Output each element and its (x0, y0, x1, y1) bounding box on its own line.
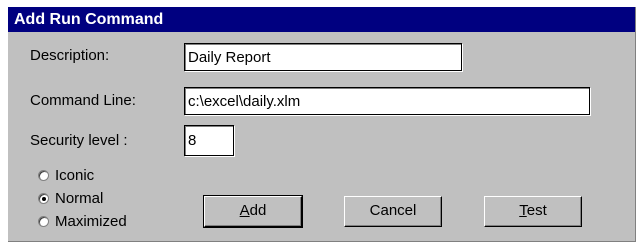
radio-iconic[interactable]: Iconic (38, 166, 94, 184)
radio-iconic-label: Iconic (55, 166, 95, 184)
command-line-field[interactable] (184, 87, 590, 115)
radio-iconic-button[interactable] (38, 169, 49, 181)
test-label-rest: est (526, 202, 547, 219)
radio-normal-label: Normal (55, 189, 104, 207)
radio-normal[interactable]: Normal (38, 189, 103, 207)
add-button[interactable]: Add (203, 195, 303, 228)
radio-maximized-button[interactable] (38, 215, 49, 227)
add-run-command-dialog: Add Run Command Description: Command Lin… (8, 7, 636, 242)
add-label-rest: dd (249, 202, 267, 219)
dialog-title: Add Run Command (8, 7, 635, 32)
description-label: Description: (30, 47, 110, 64)
security-level-label: Security level : (30, 132, 128, 149)
cancel-button[interactable]: Cancel (344, 196, 442, 227)
add-mnemonic: A (239, 202, 250, 219)
test-button[interactable]: Test (484, 196, 582, 227)
radio-maximized-label: Maximized (55, 212, 127, 230)
description-field[interactable] (184, 43, 462, 71)
security-level-field[interactable] (184, 125, 234, 156)
radio-maximized[interactable]: Maximized (38, 212, 127, 230)
test-mnemonic: T (519, 202, 527, 219)
command-line-label: Command Line: (30, 92, 136, 109)
radio-normal-button[interactable] (38, 192, 49, 204)
